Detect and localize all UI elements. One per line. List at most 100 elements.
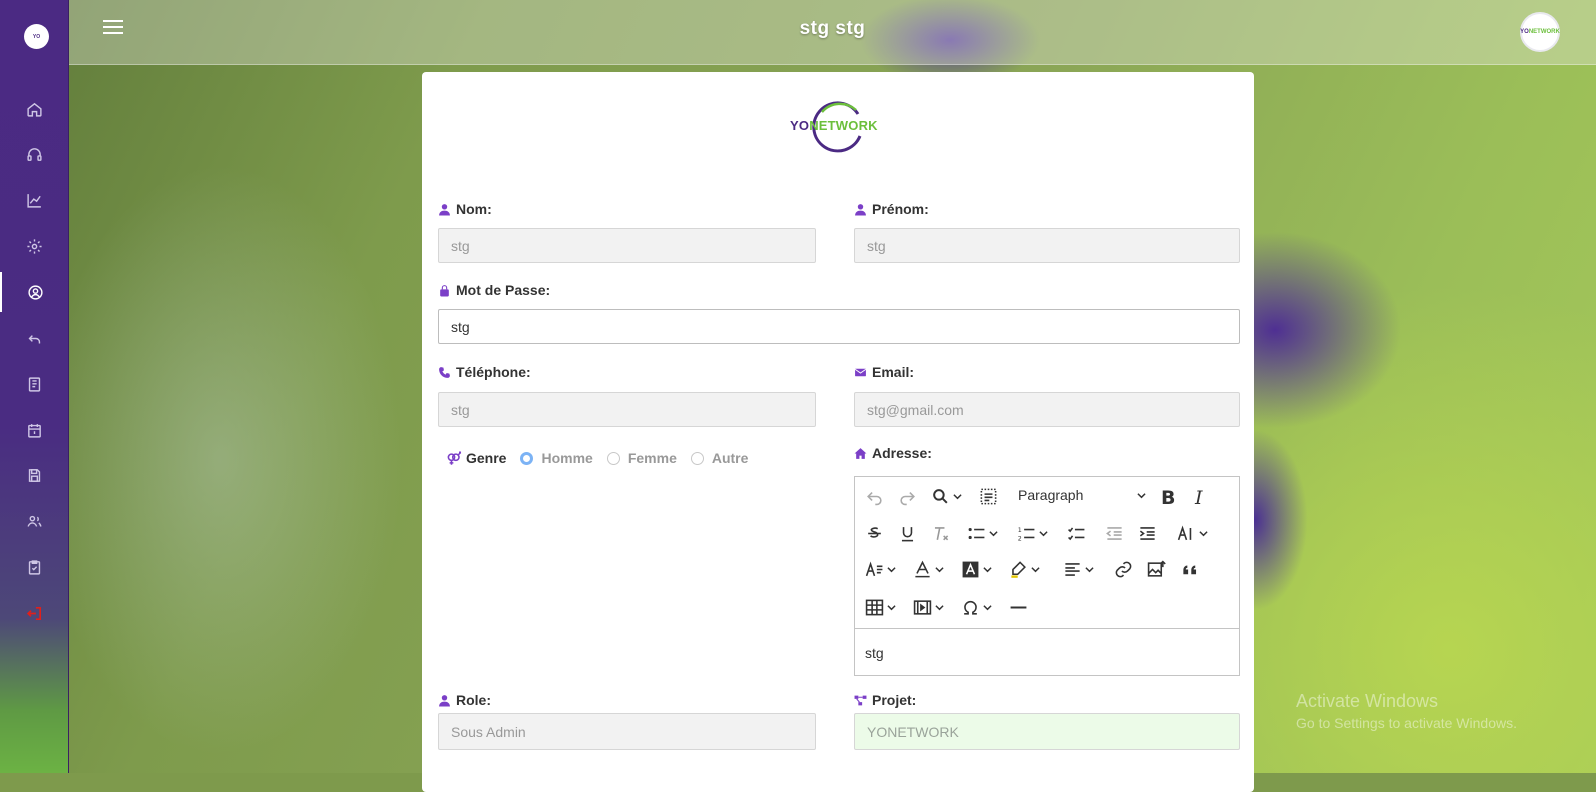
bold-icon: B	[1161, 487, 1176, 509]
logout-icon	[26, 606, 41, 620]
quote-icon	[1183, 565, 1197, 575]
bulleted-list-icon	[968, 527, 985, 540]
select-all-button[interactable]	[979, 487, 998, 506]
logo-text-yo: YO	[790, 118, 810, 133]
clipboard-check-icon	[28, 559, 40, 575]
select-all-icon	[980, 488, 997, 505]
link-icon	[1115, 561, 1132, 578]
telephone-label: Téléphone:	[438, 364, 531, 380]
checklist-icon	[1068, 527, 1085, 541]
find-replace-icon	[933, 489, 948, 504]
sidebar-item-support[interactable]	[0, 134, 68, 174]
underline-button[interactable]	[898, 524, 917, 543]
editor-toolbar: Paragraph B I 12	[855, 477, 1239, 627]
sidebar-item-tasks[interactable]	[0, 547, 68, 587]
insert-media-button[interactable]	[913, 598, 944, 617]
insert-image-button[interactable]	[1147, 560, 1166, 579]
blockquote-button[interactable]	[1181, 560, 1200, 579]
top-bar: stg stg YONETWORK	[69, 0, 1596, 65]
reply-icon	[28, 334, 40, 343]
sidebar-item-profile[interactable]	[0, 272, 68, 312]
redo-button[interactable]	[898, 487, 917, 506]
editor-content[interactable]: stg	[855, 628, 1239, 675]
yonetwork-logo: YONETWORK	[788, 100, 888, 154]
link-button[interactable]	[1114, 560, 1133, 579]
email-input[interactable]: stg@gmail.com	[854, 392, 1240, 427]
password-input[interactable]: stg	[438, 309, 1240, 344]
user-tie-icon	[439, 694, 450, 706]
radio-autre[interactable]	[690, 451, 704, 465]
strikethrough-icon	[868, 527, 881, 538]
undo-button[interactable]	[865, 487, 884, 506]
insert-table-button[interactable]	[865, 598, 896, 617]
indent-icon	[1139, 527, 1155, 540]
find-replace-button[interactable]	[931, 487, 962, 506]
sidebar-item-save[interactable]	[0, 455, 68, 495]
underline-icon	[901, 527, 914, 542]
indent-button[interactable]	[1138, 524, 1157, 543]
font-size-button[interactable]	[1177, 524, 1208, 543]
sidebar-item-users[interactable]	[0, 501, 68, 541]
clear-format-icon	[934, 527, 949, 541]
paragraph-dropdown-label: Paragraph	[1018, 487, 1084, 503]
headset-icon	[26, 147, 42, 161]
paragraph-dropdown[interactable]: Paragraph	[1018, 487, 1146, 503]
omega-icon	[964, 600, 977, 615]
font-family-button[interactable]	[865, 560, 896, 579]
profile-form-card: YONETWORK Nom: stg Prénom: stg Mot de Pa…	[422, 72, 1254, 792]
chevron-down-icon	[1039, 531, 1048, 537]
outdent-icon	[1106, 527, 1122, 540]
chevron-down-icon	[1199, 531, 1208, 537]
envelope-icon	[854, 368, 867, 376]
highlight-button[interactable]	[1009, 560, 1040, 579]
numbered-list-button[interactable]: 12	[1017, 524, 1048, 543]
sidebar-item-stats[interactable]	[0, 180, 68, 220]
font-color-button[interactable]	[913, 560, 944, 579]
nom-input[interactable]: stg	[438, 228, 816, 263]
radio-homme[interactable]	[520, 451, 534, 465]
projet-input[interactable]: YONETWORK	[854, 713, 1240, 750]
italic-button[interactable]: I	[1195, 487, 1203, 509]
horizontal-line-button[interactable]	[1009, 598, 1028, 617]
prenom-label: Prénom:	[854, 201, 929, 217]
project-diagram-icon	[854, 695, 867, 705]
svg-text:1: 1	[1018, 527, 1022, 534]
home-icon	[26, 102, 42, 117]
clear-formatting-button[interactable]	[931, 524, 950, 543]
chevron-down-icon	[887, 605, 896, 611]
horizontal-line-icon	[1010, 606, 1027, 609]
avatar-logo-text: YONETWORK	[1520, 29, 1560, 35]
chevron-down-icon	[935, 567, 944, 573]
bulleted-list-button[interactable]	[967, 524, 998, 543]
todo-list-button[interactable]	[1067, 524, 1086, 543]
strikethrough-button[interactable]	[865, 524, 884, 543]
sidebar-item-back[interactable]	[0, 318, 68, 358]
phone-icon	[439, 366, 450, 378]
sidebar-item-settings[interactable]	[0, 226, 68, 266]
prenom-input[interactable]: stg	[854, 228, 1240, 263]
numbered-list-icon: 12	[1018, 527, 1035, 543]
sidebar-logo[interactable]: YO	[24, 24, 49, 49]
sidebar-item-calendar[interactable]	[0, 410, 68, 450]
special-characters-button[interactable]	[961, 598, 992, 617]
role-input[interactable]: Sous Admin	[438, 713, 816, 750]
outdent-button[interactable]	[1105, 524, 1124, 543]
adresse-label: Adresse:	[854, 445, 932, 461]
chevron-down-icon	[1031, 567, 1040, 573]
avatar[interactable]: YONETWORK	[1520, 12, 1560, 52]
sidebar-item-documents[interactable]	[0, 364, 68, 404]
alignment-button[interactable]	[1063, 560, 1094, 579]
image-upload-icon	[1147, 560, 1166, 577]
font-family-icon	[865, 561, 883, 577]
media-icon	[913, 600, 932, 615]
table-icon	[865, 599, 884, 616]
sidebar-item-home[interactable]	[0, 89, 68, 129]
sidebar-item-logout[interactable]	[0, 593, 68, 633]
genre-label: Genre	[446, 450, 506, 466]
telephone-input[interactable]: stg	[438, 392, 816, 427]
font-background-button[interactable]	[961, 560, 992, 579]
radio-femme[interactable]	[606, 451, 620, 465]
user-icon	[439, 203, 450, 215]
bold-button[interactable]: B	[1161, 487, 1175, 509]
redo-icon	[900, 491, 915, 506]
